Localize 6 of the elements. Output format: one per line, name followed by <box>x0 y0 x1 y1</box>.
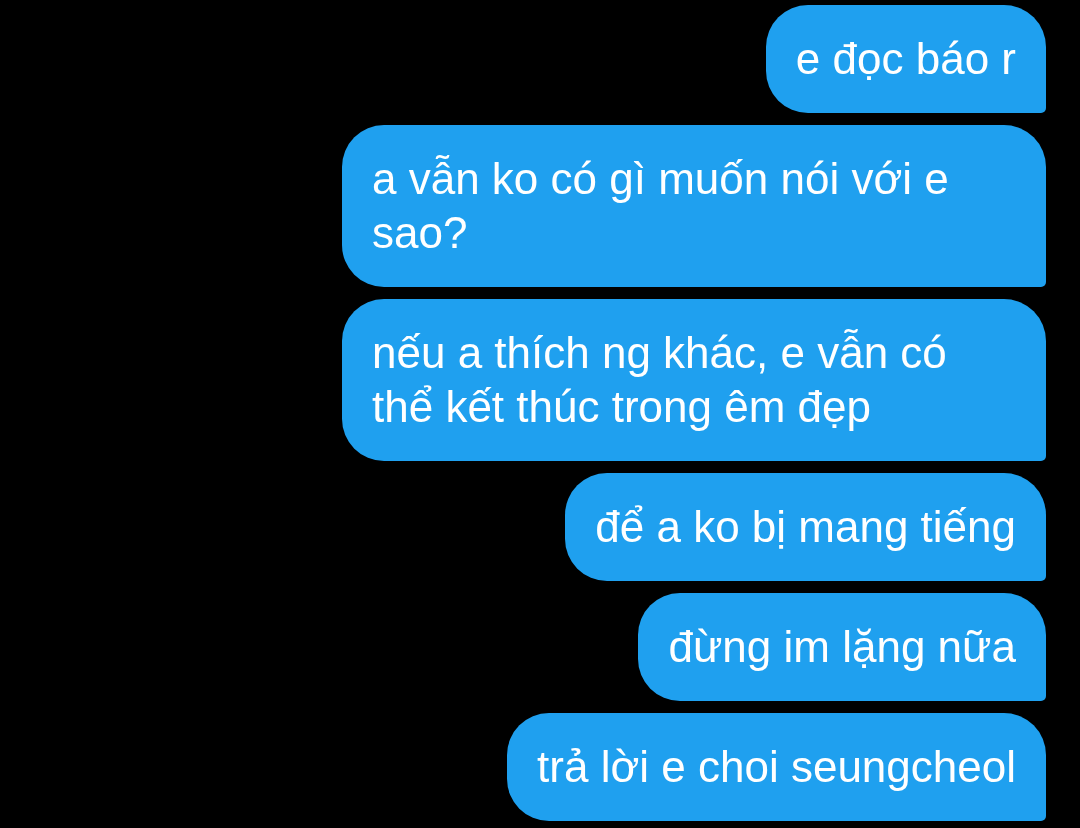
message-bubble: e đọc báo r <box>765 5 1046 113</box>
message-bubble: nếu a thích ng khác, e vẫn có thể kết thúc trong êm đẹp <box>342 299 1046 461</box>
message-bubble: để a ko bị mang tiếng <box>565 473 1046 581</box>
message-bubble: trả lời e choi seungcheol <box>507 713 1046 821</box>
message-bubble: đừng im lặng nữa <box>638 593 1046 701</box>
message-bubble: a vẫn ko có gì muốn nói với e sao? <box>342 125 1046 287</box>
